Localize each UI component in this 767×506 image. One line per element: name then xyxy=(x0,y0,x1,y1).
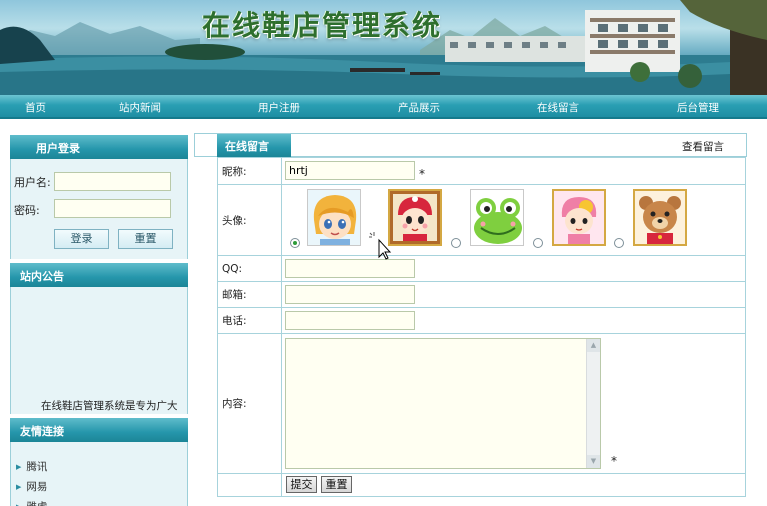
links-panel-title: 友情连接 xyxy=(20,425,64,438)
link-label: 腾讯 xyxy=(26,461,48,473)
required-mark: * xyxy=(611,454,617,468)
login-panel-title: 用户登录 xyxy=(36,142,80,155)
actions-cell: 提交 重置 xyxy=(281,473,746,497)
required-mark: * xyxy=(419,167,425,181)
avatar-pink-girl-icon[interactable] xyxy=(552,189,606,246)
link-label: 雅虎 xyxy=(26,501,47,506)
email-cell xyxy=(281,281,746,308)
nav-products[interactable]: 产品展示 xyxy=(398,100,440,115)
nickname-input[interactable] xyxy=(285,161,415,180)
notice-panel-header: 站内公告 xyxy=(10,263,188,287)
nav-register[interactable]: 用户注册 xyxy=(258,100,300,115)
nickname-label: 昵称: xyxy=(217,157,282,185)
textarea-scrollbar[interactable]: ▲ ▼ xyxy=(586,339,600,468)
phone-input[interactable] xyxy=(285,311,415,330)
submit-button[interactable]: 提交 xyxy=(286,476,317,493)
form-reset-button[interactable]: 重置 xyxy=(321,476,352,493)
link-item[interactable]: ▶ 网易 xyxy=(16,479,47,494)
content-textarea[interactable]: ▲ ▼ xyxy=(285,338,601,469)
login-panel-header: 用户登录 xyxy=(10,135,188,159)
actions-spacer xyxy=(217,473,282,497)
login-panel: 用户名: 密码: 登录 重置 xyxy=(10,159,188,259)
avatar-cell xyxy=(281,184,746,256)
form-row-phone: 电话: xyxy=(217,307,746,334)
form-row-avatar: 头像: xyxy=(217,184,746,256)
nav-admin[interactable]: 后台管理 xyxy=(677,100,719,115)
mouse-pointer-icon xyxy=(369,232,392,260)
nav-news[interactable]: 站内新闻 xyxy=(119,100,161,115)
links-panel xyxy=(10,442,188,506)
form-row-qq: QQ: xyxy=(217,255,746,282)
nav-guestbook[interactable]: 在线留言 xyxy=(537,100,579,115)
qq-input[interactable] xyxy=(285,259,415,278)
link-label: 网易 xyxy=(26,481,48,493)
email-input[interactable] xyxy=(285,285,415,304)
links-panel-header: 友情连接 xyxy=(10,418,188,442)
link-item[interactable]: ▶ 腾讯 xyxy=(16,459,47,474)
password-label: 密码: xyxy=(14,204,40,217)
form-row-email: 邮箱: xyxy=(217,281,746,308)
notice-text: 在线鞋店管理系统是专为广大 xyxy=(41,400,178,412)
link-item[interactable]: ▶雅虎 xyxy=(16,499,47,506)
avatar-red-hat-girl-icon[interactable] xyxy=(388,189,442,246)
form-row-actions: 提交 重置 xyxy=(217,473,746,497)
guestbook-tabbar: 在线留言 查看留言 xyxy=(194,133,747,157)
avatar-radio[interactable] xyxy=(614,238,624,248)
main-nav: 首页 站内新闻 用户注册 产品展示 在线留言 后台管理 xyxy=(0,95,767,119)
qq-label: QQ: xyxy=(217,255,282,282)
login-button[interactable]: 登录 xyxy=(54,229,109,249)
site-title: 在线鞋店管理系统 xyxy=(202,9,443,42)
avatar-radio[interactable] xyxy=(533,238,543,248)
tab-guestbook[interactable]: 在线留言 xyxy=(217,134,291,157)
view-messages-link[interactable]: 查看留言 xyxy=(682,139,724,154)
avatar-radio[interactable] xyxy=(451,238,461,248)
avatar-blonde-girl-icon[interactable] xyxy=(307,189,361,246)
notice-panel-title: 站内公告 xyxy=(20,270,64,283)
nav-home[interactable]: 首页 xyxy=(25,100,46,115)
form-row-content: 内容: ▲ ▼ * xyxy=(217,333,746,474)
nickname-cell: * xyxy=(281,157,746,185)
triangle-right-icon: ▶ xyxy=(16,463,22,471)
content-label: 内容: xyxy=(217,333,282,474)
avatar-frog-icon[interactable] xyxy=(470,189,524,246)
triangle-right-icon: ▶ xyxy=(16,483,22,491)
username-label: 用户名: xyxy=(14,176,51,189)
avatar-label: 头像: xyxy=(217,184,282,256)
site-banner: 在线鞋店管理系统 xyxy=(0,0,767,95)
login-reset-button[interactable]: 重置 xyxy=(118,229,173,249)
avatar-bear-icon[interactable] xyxy=(633,189,687,246)
phone-label: 电话: xyxy=(217,307,282,334)
username-input[interactable] xyxy=(54,172,171,191)
content-cell: ▲ ▼ * xyxy=(281,333,746,474)
password-input[interactable] xyxy=(54,199,171,218)
guestbook-form: 昵称: * 头像: xyxy=(217,157,746,497)
email-label: 邮箱: xyxy=(217,281,282,308)
scroll-down-icon[interactable]: ▼ xyxy=(587,455,600,468)
phone-cell xyxy=(281,307,746,334)
form-row-nickname: 昵称: * xyxy=(217,157,746,185)
avatar-radio[interactable] xyxy=(290,238,300,248)
notice-panel: 在线鞋店管理系统是专为广大 xyxy=(10,287,188,414)
scroll-up-icon[interactable]: ▲ xyxy=(587,339,600,352)
qq-cell xyxy=(281,255,746,282)
